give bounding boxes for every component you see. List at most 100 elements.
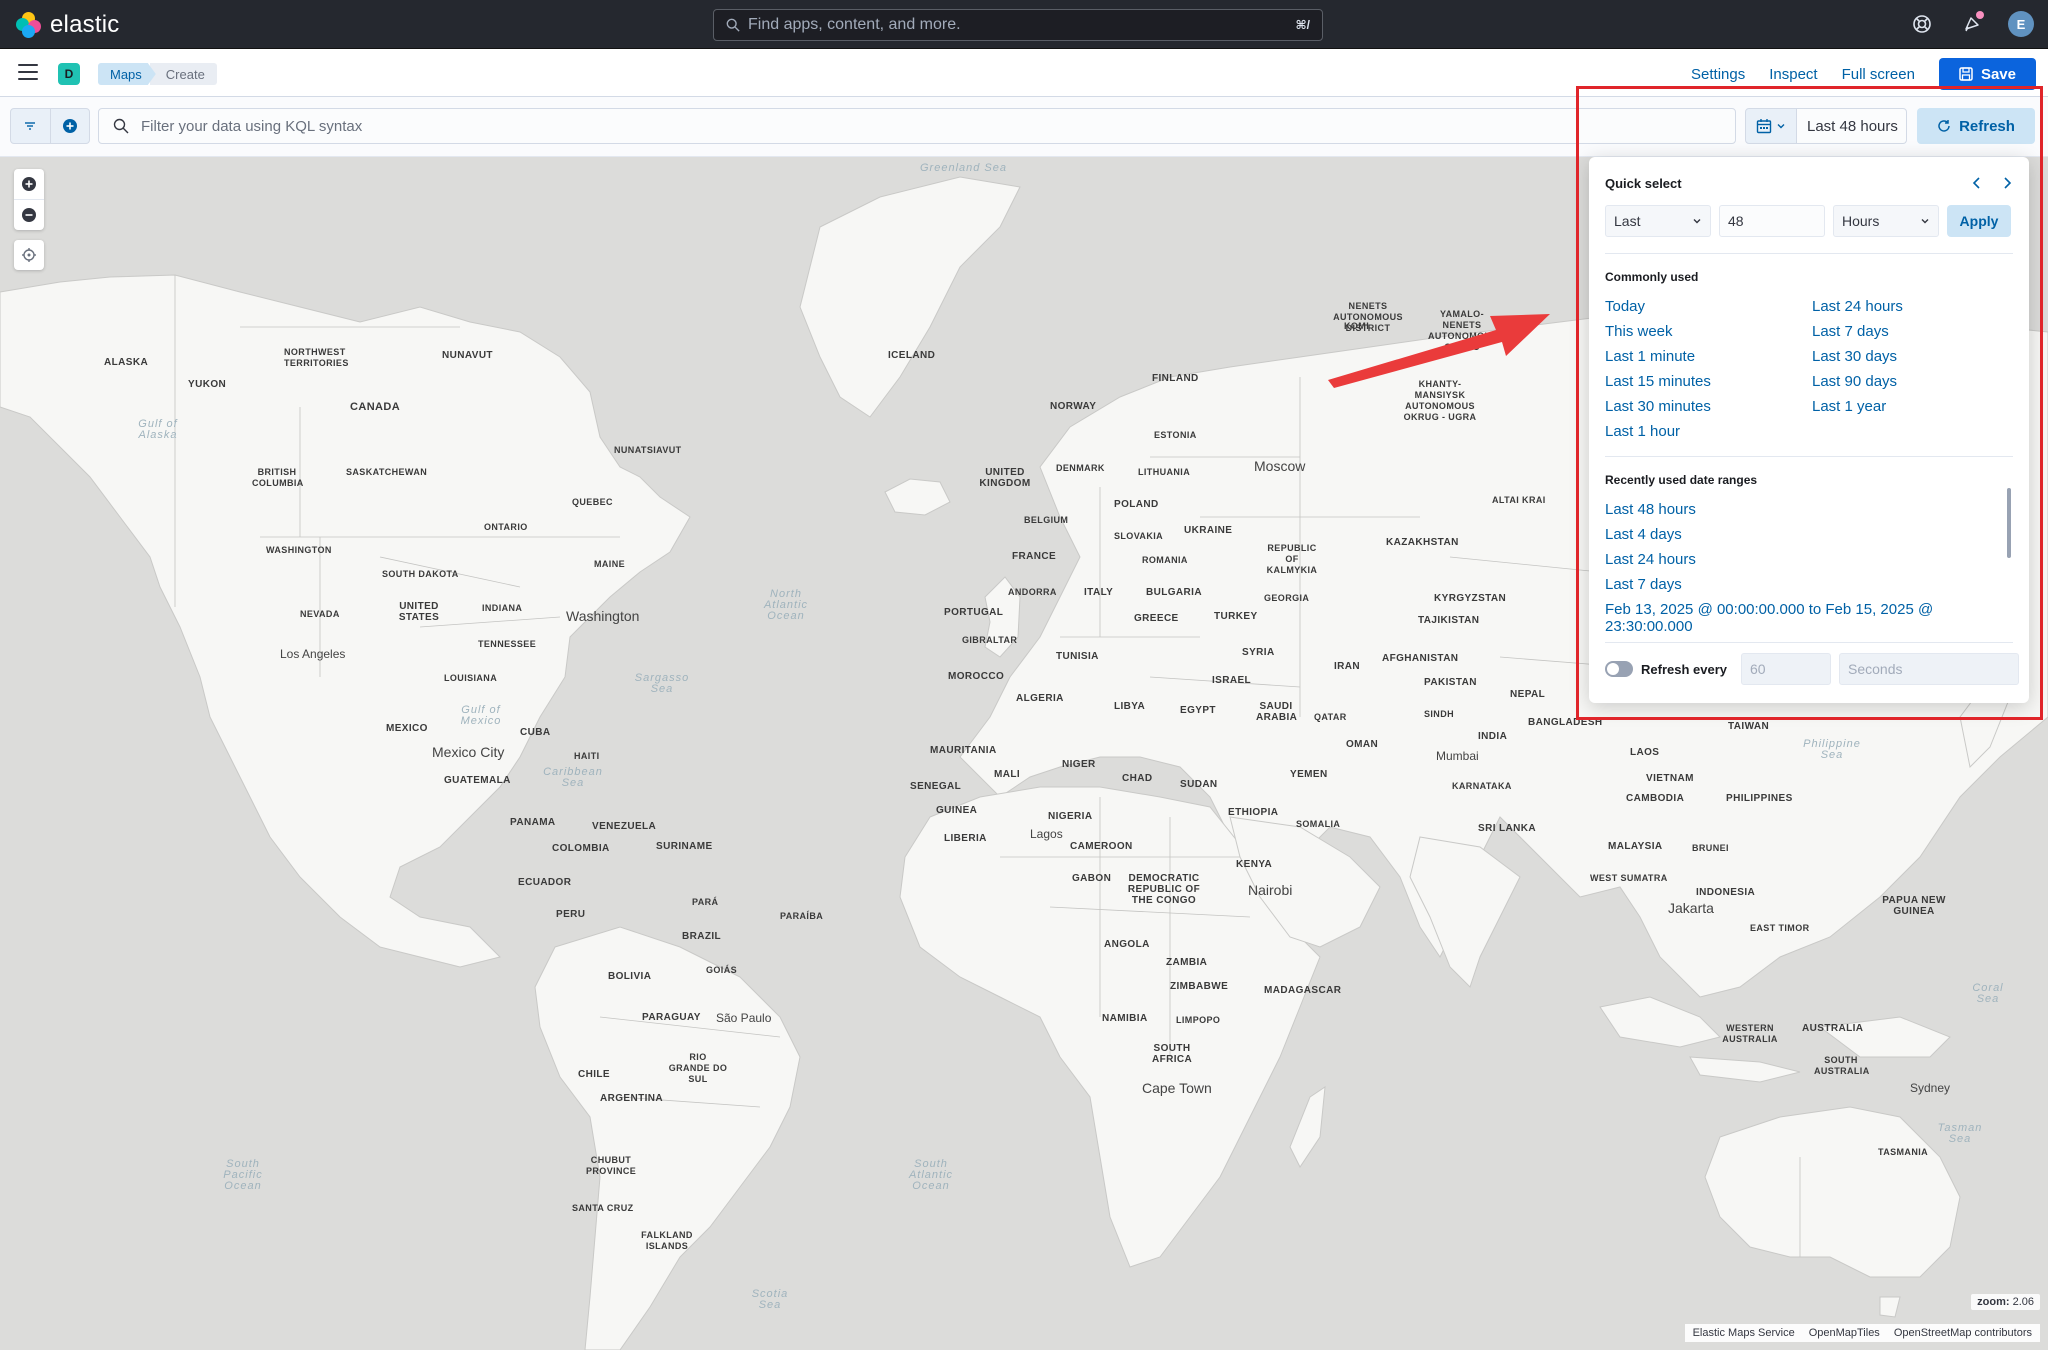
map-label: NEVADA [300,609,340,619]
fit-to-data-icon[interactable] [14,240,44,270]
map-label: UKRAINE [1184,525,1233,536]
notification-dot [1976,11,1984,19]
search-icon [726,18,740,32]
map-label: LIMPOPO [1176,1015,1221,1025]
map-label: TUNISIA [1056,651,1099,662]
attribution-link[interactable]: OpenMapTiles [1809,1327,1880,1339]
map-label: MEXICO [386,723,428,734]
map-label: Tasman Sea [1937,1122,1983,1145]
space-avatar[interactable]: D [58,63,80,85]
map-label: LIBYA [1114,701,1146,712]
map-label: ARGENTINA [600,1093,664,1104]
map-label: QATAR [1314,712,1347,722]
map-label: NUNAVUT [442,350,493,361]
map-label: TURKEY [1214,611,1258,622]
global-search-input[interactable]: Find apps, content, and more. ⌘/ [713,9,1323,41]
map-label: ANDORRA [1008,587,1057,597]
map-label: MALI [994,769,1021,780]
map-label: GUATEMALA [444,775,511,786]
map-label: PAKISTAN [1424,677,1477,688]
zoom-out-icon[interactable] [14,200,44,230]
user-avatar[interactable]: E [2008,11,2034,37]
map-label: GABON [1072,873,1112,884]
map-label: YUKON [188,379,227,390]
map-label: BRITISH COLUMBIA [252,467,304,488]
map-label: CHUBUT PROVINCE [586,1155,637,1176]
map-label: MADAGASCAR [1264,985,1342,996]
map-label: NAMIBIA [1102,1013,1148,1024]
settings-link[interactable]: Settings [1691,66,1745,83]
search-icon [113,118,129,134]
map-label: São Paulo [716,1011,772,1025]
help-icon[interactable] [1908,10,1936,38]
elastic-logo[interactable]: elastic [16,11,119,39]
breadcrumb-maps[interactable]: Maps [98,63,156,85]
map-label: LAOS [1630,747,1660,758]
map-label: ALTAI KRAI [1492,495,1546,505]
map-label: PARÁ [692,897,719,907]
map-label: LOUISIANA [444,673,498,683]
map-label: ITALY [1084,587,1114,598]
map-label: INDIA [1478,731,1508,742]
map-label: VENEZUELA [592,821,657,832]
filter-button-group [10,108,90,144]
map-label: ECUADOR [518,877,572,888]
map-label: NORTHWEST TERRITORIES [284,347,349,368]
map-label: BRAZIL [682,931,722,942]
menu-toggle-icon[interactable] [18,64,38,80]
add-filter-icon[interactable] [49,109,89,143]
search-placeholder: Find apps, content, and more. [748,16,961,33]
map-label: GOIÁS [706,965,738,975]
map-label: PORTUGAL [944,607,1004,618]
inspect-link[interactable]: Inspect [1769,66,1817,83]
zoom-in-icon[interactable] [14,169,44,199]
map-label: SENEGAL [910,781,962,792]
save-icon [1959,67,1973,81]
map-label: FRANCE [1012,551,1057,562]
map-label: OMAN [1346,739,1379,750]
zoom-level: zoom: 2.06 [1971,1294,2040,1310]
map-label: NUNATSIAVUT [614,445,682,455]
map-label: NIGERIA [1048,811,1093,822]
elastic-logo-icon [16,12,42,38]
map-label: CANADA [350,401,401,413]
fullscreen-link[interactable]: Full screen [1842,66,1915,83]
map-label: PAPUA NEW GUINEA [1882,895,1946,917]
map-label: Jakarta [1668,900,1714,916]
map-label: ALGERIA [1016,693,1064,704]
map-label: PHILIPPINES [1726,793,1793,804]
map-label: SURINAME [656,841,713,852]
map-label: Gulf of Mexico [460,704,502,727]
map-label: NORWAY [1050,401,1097,412]
attribution-link[interactable]: Elastic Maps Service [1693,1327,1795,1339]
map-label: Lagos [1030,827,1063,841]
map-label: UNITED STATES [398,601,440,623]
map-label: CAMEROON [1070,841,1133,852]
news-feed-icon[interactable] [1958,10,1986,38]
kql-search-input[interactable]: Filter your data using KQL syntax [98,108,1736,144]
map-label: LITHUANIA [1138,467,1191,477]
map-label: ETHIOPIA [1228,807,1279,818]
map-label: BELGIUM [1024,515,1069,525]
breadcrumb-create: Create [149,63,217,85]
map-label: CHAD [1122,773,1153,784]
map-label: TENNESSEE [478,639,537,649]
map-label: ESTONIA [1154,430,1197,440]
map-label: ALASKA [104,357,149,368]
map-label: BRUNEI [1692,843,1729,853]
filter-menu-icon[interactable] [11,109,50,143]
map-label: NIGER [1062,759,1096,770]
map-label: SOUTH DAKOTA [382,569,459,579]
map-label: CAMBODIA [1626,793,1685,804]
map-label: KAZAKHSTAN [1386,537,1459,548]
map-label: BOLIVIA [608,971,652,982]
map-label: PANAMA [510,817,556,828]
map-label: KYRGYZSTAN [1434,593,1507,604]
brand-name: elastic [50,11,120,38]
map-label: ROMANIA [1142,555,1188,565]
attribution-link[interactable]: OpenStreetMap contributors [1894,1327,2032,1339]
map-label: ZAMBIA [1166,957,1208,968]
map-label: BULGARIA [1146,587,1202,598]
map-label: Scotia Sea [751,1288,789,1311]
map-label: CUBA [520,727,551,738]
